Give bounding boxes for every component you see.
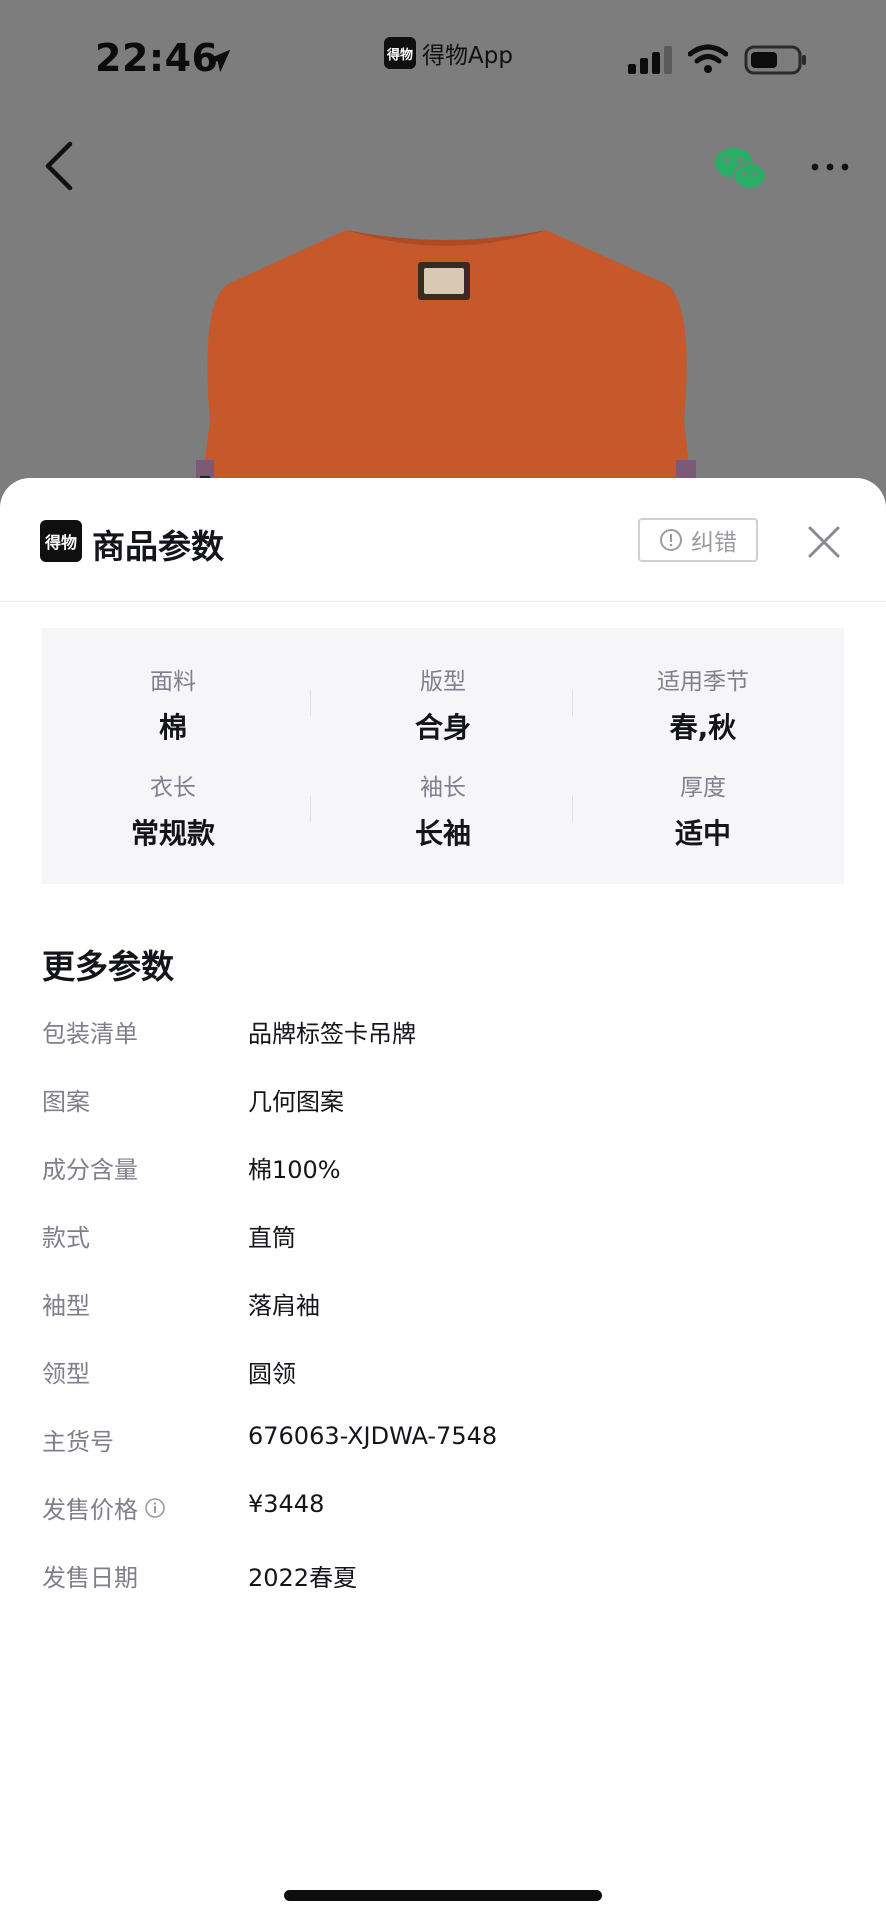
- param-row: 袖型 落肩袖: [42, 1286, 842, 1354]
- signal-icon: [628, 46, 672, 74]
- product-image: [196, 230, 696, 522]
- sheet-header: 得物 商品参数 纠错: [0, 478, 886, 602]
- summary-item: 厚度 适中: [572, 768, 834, 852]
- product-params-sheet: 得物 商品参数 纠错 面料 棉 版型 合身 适用季节 春,秋 衣长 常规款 袖长…: [0, 478, 886, 1920]
- info-icon[interactable]: [144, 1497, 166, 1519]
- param-key: 领型: [42, 1360, 90, 1388]
- summary-label: 袖长: [420, 775, 466, 801]
- home-indicator[interactable]: [284, 1890, 602, 1901]
- divider: [572, 796, 573, 822]
- param-key: 发售日期: [42, 1564, 138, 1592]
- summary-label: 版型: [420, 669, 466, 695]
- summary-item: 袖长 长袖: [312, 768, 574, 852]
- alert-circle-icon: [660, 529, 682, 551]
- wechat-icon[interactable]: [714, 146, 768, 192]
- divider: [310, 690, 311, 716]
- param-row: 领型 圆领: [42, 1354, 842, 1422]
- param-value: 直筒: [248, 1224, 296, 1252]
- summary-label: 衣长: [150, 775, 196, 801]
- location-arrow-icon: [207, 49, 231, 73]
- chevron-left-icon[interactable]: [40, 140, 80, 192]
- more-dots-icon[interactable]: [810, 160, 850, 174]
- summary-value: 长袖: [414, 817, 471, 850]
- correct-button-label: 纠错: [691, 530, 737, 556]
- divider: [572, 690, 573, 716]
- sheet-title: 商品参数: [92, 527, 224, 566]
- param-row: 图案 几何图案: [42, 1082, 842, 1150]
- background-page: 22:46 得物 得物App: [0, 0, 886, 522]
- param-key: 主货号: [42, 1428, 114, 1456]
- summary-label: 面料: [150, 669, 196, 695]
- param-key: 图案: [42, 1088, 90, 1116]
- correct-button[interactable]: 纠错: [638, 518, 758, 562]
- param-value: 圆领: [248, 1360, 296, 1388]
- param-key: 袖型: [42, 1292, 90, 1320]
- param-value: 棉100%: [248, 1156, 341, 1184]
- param-value: 落肩袖: [248, 1292, 320, 1320]
- summary-item: 衣长 常规款: [42, 768, 304, 852]
- divider: [310, 796, 311, 822]
- param-value: 几何图案: [248, 1088, 344, 1116]
- summary-label: 适用季节: [657, 669, 749, 695]
- param-row: 主货号 676063-XJDWA-7548: [42, 1422, 842, 1490]
- param-key: 包装清单: [42, 1020, 138, 1048]
- summary-value: 适中: [674, 817, 731, 850]
- param-row: 发售日期 2022春夏: [42, 1558, 842, 1626]
- param-key: 款式: [42, 1224, 90, 1252]
- param-row: 发售价格 ¥3448: [42, 1490, 842, 1558]
- wifi-icon: [688, 44, 728, 73]
- summary-label: 厚度: [680, 775, 726, 801]
- summary-value: 合身: [414, 711, 471, 744]
- close-icon[interactable]: [806, 524, 842, 560]
- summary-value: 常规款: [130, 817, 215, 850]
- status-time: 22:46: [95, 36, 219, 80]
- param-row: 包装清单 品牌标签卡吊牌: [42, 1014, 842, 1082]
- summary-value: 棉: [158, 711, 187, 744]
- summary-item: 适用季节 春,秋: [572, 662, 834, 746]
- app-indicator[interactable]: 得物 得物App: [384, 36, 513, 70]
- summary-value: 春,秋: [669, 711, 737, 744]
- param-value: 676063-XJDWA-7548: [248, 1422, 498, 1450]
- param-key-release-price: 发售价格: [42, 1490, 166, 1525]
- param-row: 成分含量 棉100%: [42, 1150, 842, 1218]
- summary-grid: 面料 棉 版型 合身 适用季节 春,秋 衣长 常规款 袖长 长袖 厚度 适中: [42, 628, 844, 884]
- dewu-logo-icon: 得物: [40, 520, 82, 562]
- summary-item: 版型 合身: [312, 662, 574, 746]
- param-key-label: 发售价格: [42, 1496, 138, 1524]
- summary-item: 面料 棉: [42, 662, 304, 746]
- param-value: ¥3448: [248, 1490, 325, 1518]
- param-row: 款式 直筒: [42, 1218, 842, 1286]
- param-value: 品牌标签卡吊牌: [248, 1020, 416, 1048]
- status-bar: 22:46 得物 得物App: [0, 0, 886, 110]
- app-logo-icon: 得物: [384, 37, 416, 69]
- params-list: 包装清单 品牌标签卡吊牌 图案 几何图案 成分含量 棉100% 款式 直筒 袖型…: [42, 1014, 842, 1626]
- param-key: 成分含量: [42, 1156, 138, 1184]
- battery-icon: [744, 45, 806, 75]
- more-params-title: 更多参数: [42, 947, 174, 986]
- app-name: 得物App: [422, 43, 513, 69]
- param-value: 2022春夏: [248, 1564, 358, 1592]
